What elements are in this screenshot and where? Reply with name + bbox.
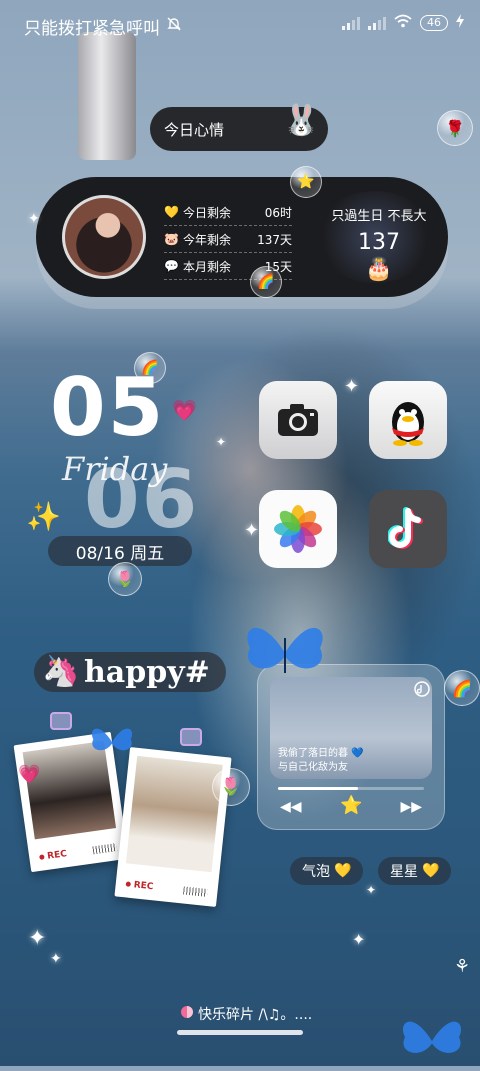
home-indicator[interactable] [177,1030,303,1035]
lyric-line-1: 我偷了落日的暮 💙 [278,748,364,759]
butterfly-icon [240,618,330,699]
tag-label: 星星 [390,864,418,880]
heart-sticker-icon: 💗 [172,398,197,422]
music-progress-fill [278,787,359,790]
countdown-label: 本月剩余 [182,259,231,274]
star-bubble-icon: ⭐ [290,166,322,198]
butterfly-icon [396,1014,468,1071]
happy-widget[interactable]: 🦄 happy# [34,652,226,692]
barcode-icon [183,886,208,897]
birthday-countdown: 只過生日 不長大 137 🎂 [324,205,434,282]
charm-icon: ⚘ [454,956,471,977]
date-text: 08/16 周五 [75,543,165,564]
mood-label: 今日心情 [164,120,225,139]
rainbow-bubble-icon: 🌈 [444,670,480,706]
sparkle-icon: ✦ [216,435,227,449]
tiktok-app-icon[interactable] [369,490,447,568]
rainbow-bubble-icon: 🌈 [250,266,282,298]
camera-app-icon[interactable] [259,381,337,459]
rose-bubble-icon: 🌹 [437,110,473,146]
star-icon[interactable]: ⭐ [340,795,362,816]
binder-clip-icon [180,728,202,746]
speech-bubble-icon: 💬 [164,259,179,273]
signal-icon [342,16,360,30]
rainbow-bubble-icon: 🌈 [134,352,166,384]
sparkle-icon: ✦ [244,520,260,541]
polaroid-image [125,755,223,873]
lyric-text: 我偷了落日的暮 💙 与自己化敌为友 [278,747,364,775]
countdown-row-year: 🐷 今年剩余 137天 [164,226,292,253]
battery-indicator: 46 [420,15,448,31]
binder-clip-icon [50,712,72,730]
birthday-days: 137 [358,230,400,255]
heart-icon: 💛 [422,863,440,879]
unicorn-icon: 🦄 [42,654,80,689]
heart-icon: 💛 [164,205,179,219]
countdown-widget[interactable]: 💛 今日剩余 06时 🐷 今年剩余 137天 💬 本月剩余 15天 只過生日 不長大 … [36,177,448,297]
sparkle-icon: ✦ [352,930,366,949]
tag-label: 气泡 [302,864,330,880]
sparkle-icon: ✦ [50,951,62,967]
status-bar-left: 只能拨打紧急呼叫 [24,14,182,39]
sparkle-sticker-icon: ✨ [26,500,61,533]
polaroid-photo[interactable]: REC [114,747,232,907]
heart-sticker-icon: 💗 [18,764,41,785]
lyric-line-2: 与自己化敌为友 [278,762,348,773]
butterfly-icon [88,722,136,765]
bolt-icon [456,14,464,32]
mood-widget[interactable]: 今日心情 🐰 [150,103,328,151]
countdown-label: 今年剩余 [182,232,231,247]
qq-app-icon[interactable] [369,381,447,459]
sparkle-icon: ✦ [28,211,40,227]
countdown-value: 137天 [257,232,292,247]
barcode-icon [92,843,118,855]
tulip-bubble-icon: 🌷 [108,562,142,596]
clock-weekday: Friday [62,450,168,488]
sparkle-icon: ✦ [344,376,360,397]
heart-icon: 💛 [334,863,352,879]
signal-icon [368,16,386,30]
status-bar-right: 46 [342,14,464,32]
music-progress-bar[interactable] [278,787,424,790]
previous-track-button[interactable]: ◀◀ [280,799,302,815]
star-tag[interactable]: 星星 💛 [378,857,452,885]
countdown-label: 今日剩余 [182,205,231,220]
next-track-button[interactable]: ▶▶ [400,799,422,815]
bubble-tag[interactable]: 气泡 💛 [290,857,364,885]
lollipop-icon [180,1005,194,1023]
rec-label: REC [39,849,68,863]
rec-label: REC [125,879,154,892]
countdown-row-today: 💛 今日剩余 06时 [164,199,292,226]
countdown-value: 06时 [264,205,292,220]
pig-icon: 🐷 [164,232,179,246]
cake-icon: 🎂 [365,257,393,282]
bell-off-icon [166,16,182,37]
happy-text: happy# [84,654,210,690]
bottom-caption: 快乐碎片 /\♫。.... [180,1004,312,1024]
avatar [62,195,146,279]
wifi-icon [394,14,412,32]
music-note-icon [414,681,430,701]
can-decoration [78,32,136,160]
bunny-icon: 🐰 [282,103,320,138]
photos-app-icon[interactable] [259,490,337,568]
sparkle-icon: ✦ [28,926,47,951]
caption-text: 快乐碎片 /\♫。.... [198,1007,313,1023]
carrier-text: 只能拨打紧急呼叫 [24,19,160,39]
tulip-bubble-icon: 🌷 [212,768,250,806]
birthday-title: 只過生日 不長大 [331,209,427,224]
sparkle-icon: ✦ [366,883,377,897]
